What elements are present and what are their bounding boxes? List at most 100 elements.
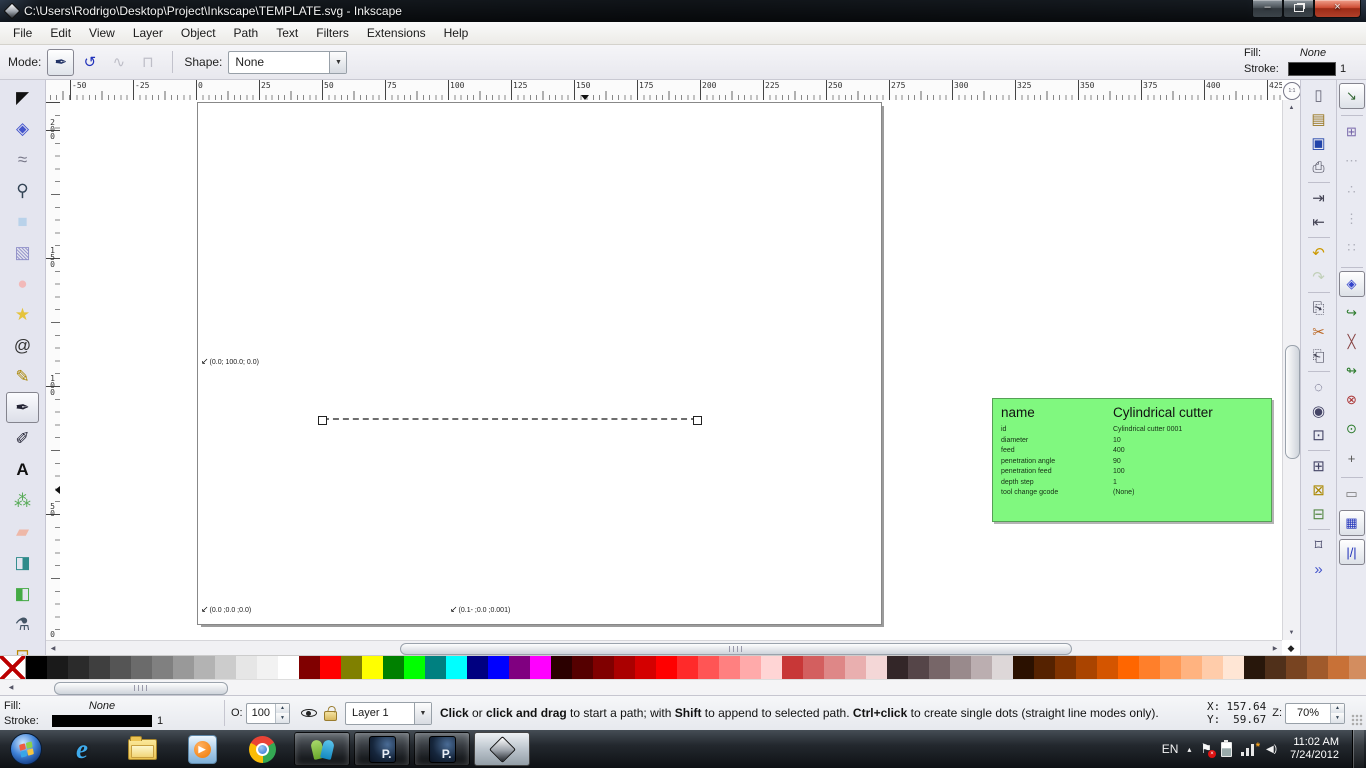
tray-expand-icon[interactable]: ▴ [1187,745,1191,754]
taskbar-windows-explorer[interactable] [114,732,170,766]
menu-view[interactable]: View [80,23,124,43]
new-document-button[interactable]: ▯ [1306,83,1332,107]
tray-language[interactable]: EN [1162,742,1179,756]
restore-button[interactable] [1283,0,1314,18]
text-tool[interactable]: A [6,454,39,485]
palette-swatch[interactable] [26,656,47,680]
taskbar-p-app-1[interactable]: P. [354,732,410,766]
palette-swatch[interactable] [341,656,362,680]
taskbar-internet-explorer[interactable]: e [54,732,110,766]
palette-swatch[interactable] [740,656,761,680]
palette-swatch[interactable] [1244,656,1265,680]
path-node-handle[interactable] [318,416,327,425]
palette-swatch[interactable] [89,656,110,680]
snap-bbox-corners-toggle[interactable]: ∴ [1339,177,1365,203]
menu-filters[interactable]: Filters [307,23,358,43]
palette-swatch[interactable] [509,656,530,680]
palette-swatch[interactable] [950,656,971,680]
palette-swatch[interactable] [929,656,950,680]
palette-swatch[interactable] [677,656,698,680]
palette-swatch[interactable] [572,656,593,680]
menu-path[interactable]: Path [225,23,268,43]
menu-text[interactable]: Text [267,23,307,43]
palette-swatch[interactable] [1349,656,1366,680]
document-page[interactable] [197,102,882,625]
calligraphy-tool[interactable]: ✐ [6,423,39,454]
stroke-swatch[interactable] [52,715,152,727]
network-icon[interactable]: * [1241,743,1257,756]
palette-swatch[interactable] [1013,656,1034,680]
zoom-drawing-button[interactable]: ◉ [1306,399,1332,423]
palette-swatch[interactable] [320,656,341,680]
palette-swatch[interactable] [698,656,719,680]
redo-button[interactable]: ↷ [1306,265,1332,289]
palette-swatch[interactable] [1139,656,1160,680]
palette-swatch[interactable] [1286,656,1307,680]
snap-midpoints-toggle[interactable]: ⊙ [1339,416,1365,442]
snap-smooth-nodes-toggle[interactable]: ⊗ [1339,387,1365,413]
palette-swatch[interactable] [1097,656,1118,680]
no-color-swatch[interactable] [0,656,26,680]
close-button[interactable]: × [1314,0,1361,18]
volume-icon[interactable]: ◀) [1266,744,1277,755]
spiral-tool[interactable]: @ [6,330,39,361]
palette-swatch[interactable] [1055,656,1076,680]
palette-swatch[interactable] [551,656,572,680]
vertical-ruler[interactable]: 200150100500 [46,100,61,640]
scroll-left-icon[interactable]: ◀ [46,641,60,655]
palette-swatch[interactable] [1181,656,1202,680]
palette-swatch[interactable] [236,656,257,680]
unlink-clone-button[interactable]: ⊟ [1306,502,1332,526]
spray-tool[interactable]: ⁂ [6,485,39,516]
taskbar-inkscape[interactable] [474,732,530,766]
ellipse-tool[interactable]: ● [6,268,39,299]
menu-extensions[interactable]: Extensions [358,23,435,43]
palette-swatch[interactable] [278,656,299,680]
palette-swatch[interactable] [1328,656,1349,680]
print-button[interactable]: ⎙ [1306,155,1332,179]
palette-swatch[interactable] [635,656,656,680]
zoom-page-button[interactable]: ⊡ [1306,423,1332,447]
stroke-swatch[interactable] [1288,62,1336,76]
chevron-down-icon[interactable]: ▼ [414,703,431,724]
spin-down-icon[interactable]: ▼ [1331,713,1344,723]
palette-swatch[interactable] [1202,656,1223,680]
spin-up-icon[interactable]: ▲ [1331,704,1344,714]
palette-swatch[interactable] [719,656,740,680]
opacity-spinbox[interactable]: 100 ▲▼ [246,703,290,724]
palette-swatch[interactable] [761,656,782,680]
scroll-down-icon[interactable]: ▼ [1283,625,1300,640]
palette-swatch[interactable] [1034,656,1055,680]
palette-swatch[interactable] [971,656,992,680]
resize-grip[interactable] [1351,714,1363,726]
tool-info-box[interactable]: name Cylindrical cutter idCylindrical cu… [992,398,1272,522]
horizontal-scrollbar-thumb[interactable] [400,643,1072,655]
palette-swatch[interactable] [782,656,803,680]
snap-grid-toggle[interactable]: ▦ [1339,510,1365,536]
palette-swatch[interactable] [68,656,89,680]
bezier-tool[interactable]: ✒ [6,392,39,423]
eraser-tool[interactable]: ▰ [6,516,39,547]
palette-swatch[interactable] [1307,656,1328,680]
paste-button[interactable]: ⎗ [1306,344,1332,368]
menu-file[interactable]: File [4,23,41,43]
palette-swatch[interactable] [1223,656,1244,680]
rectangle-tool[interactable]: ■ [6,206,39,237]
layer-lock-icon[interactable] [324,711,337,721]
zoom-selection-button[interactable]: ◌ [1306,375,1332,399]
minimize-button[interactable]: – [1252,0,1283,18]
palette-swatch[interactable] [152,656,173,680]
snap-bbox-edge-midpoints-toggle[interactable]: ⋮ [1339,206,1365,232]
canvas-viewport[interactable]: ↙(0.0; 100.0; 0.0) ↙(0.0 ;0.0 ;0.0) ↙(0.… [60,100,1282,640]
snap-bbox-edges-toggle[interactable]: ⋯ [1339,148,1365,174]
path-node-handle[interactable] [693,416,702,425]
gradient-tool[interactable]: ◧ [6,578,39,609]
bucket-tool[interactable]: ◨ [6,547,39,578]
palette-swatch[interactable] [47,656,68,680]
fill-value[interactable]: None [52,700,152,712]
palette-swatch[interactable] [1265,656,1286,680]
save-button[interactable]: ▣ [1306,131,1332,155]
palette-swatch[interactable] [467,656,488,680]
palette-swatch[interactable] [194,656,215,680]
cut-button[interactable]: ✂ [1306,320,1332,344]
